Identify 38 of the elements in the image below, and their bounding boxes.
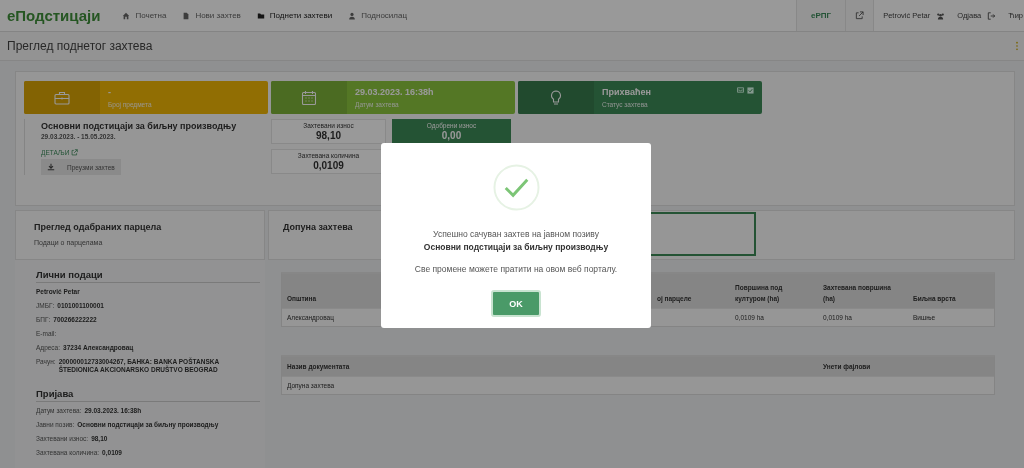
nav-link[interactable]: Поднети захтеви xyxy=(256,11,333,20)
section-heading: Пријава xyxy=(36,388,260,402)
tile-value: - xyxy=(108,87,112,97)
tile-value: Прихваћен xyxy=(602,87,651,97)
folder-icon xyxy=(256,11,265,20)
amount-value: 98,10 xyxy=(316,130,341,141)
card-title: Преглед одабраних парцела xyxy=(34,222,163,232)
dialog-message: Успешно сачуван захтев на јавном позиву xyxy=(433,229,599,239)
lightbulb-icon xyxy=(550,89,562,106)
checkmark-icon xyxy=(492,164,540,211)
briefcase-icon xyxy=(54,90,70,105)
checkbox-icon xyxy=(747,87,754,94)
section-heading: Лични подаци xyxy=(36,269,260,283)
logo[interactable]: еПодстицаји xyxy=(7,7,101,24)
download-icon xyxy=(47,163,55,171)
external-link-button[interactable] xyxy=(845,0,875,31)
erpg-button[interactable]: еРПГ xyxy=(796,0,846,31)
users-icon[interactable] xyxy=(936,11,946,20)
file-icon xyxy=(182,11,191,20)
nav-link[interactable]: Подносилац xyxy=(348,11,407,20)
external-link-icon xyxy=(855,11,865,20)
calendar-icon xyxy=(301,89,317,106)
card-title: Допуна захтева xyxy=(283,222,353,232)
amount-value: 0,0109 xyxy=(313,160,344,171)
external-link-icon xyxy=(71,149,79,156)
home-icon xyxy=(122,11,131,20)
dialog-note: Све промене можете пратити на овом веб порталу. xyxy=(414,264,618,274)
page-title: Преглед поднетог захтева xyxy=(7,39,153,53)
amount-value: 0,00 xyxy=(441,130,462,141)
program-title: Основни подстицаји за биљну производњу xyxy=(41,121,237,131)
nav-link[interactable]: Нови захтев xyxy=(182,11,241,20)
nav-link[interactable]: Почетна xyxy=(122,11,167,20)
user-icon xyxy=(348,11,357,20)
logout-icon[interactable] xyxy=(987,11,997,20)
ok-button[interactable]: OK xyxy=(491,290,541,317)
dialog-title: Основни подстицаји за биљну производњу xyxy=(423,242,609,252)
inbox-icon xyxy=(737,87,744,93)
tile-value: 29.03.2023. 16:38h xyxy=(355,87,434,97)
